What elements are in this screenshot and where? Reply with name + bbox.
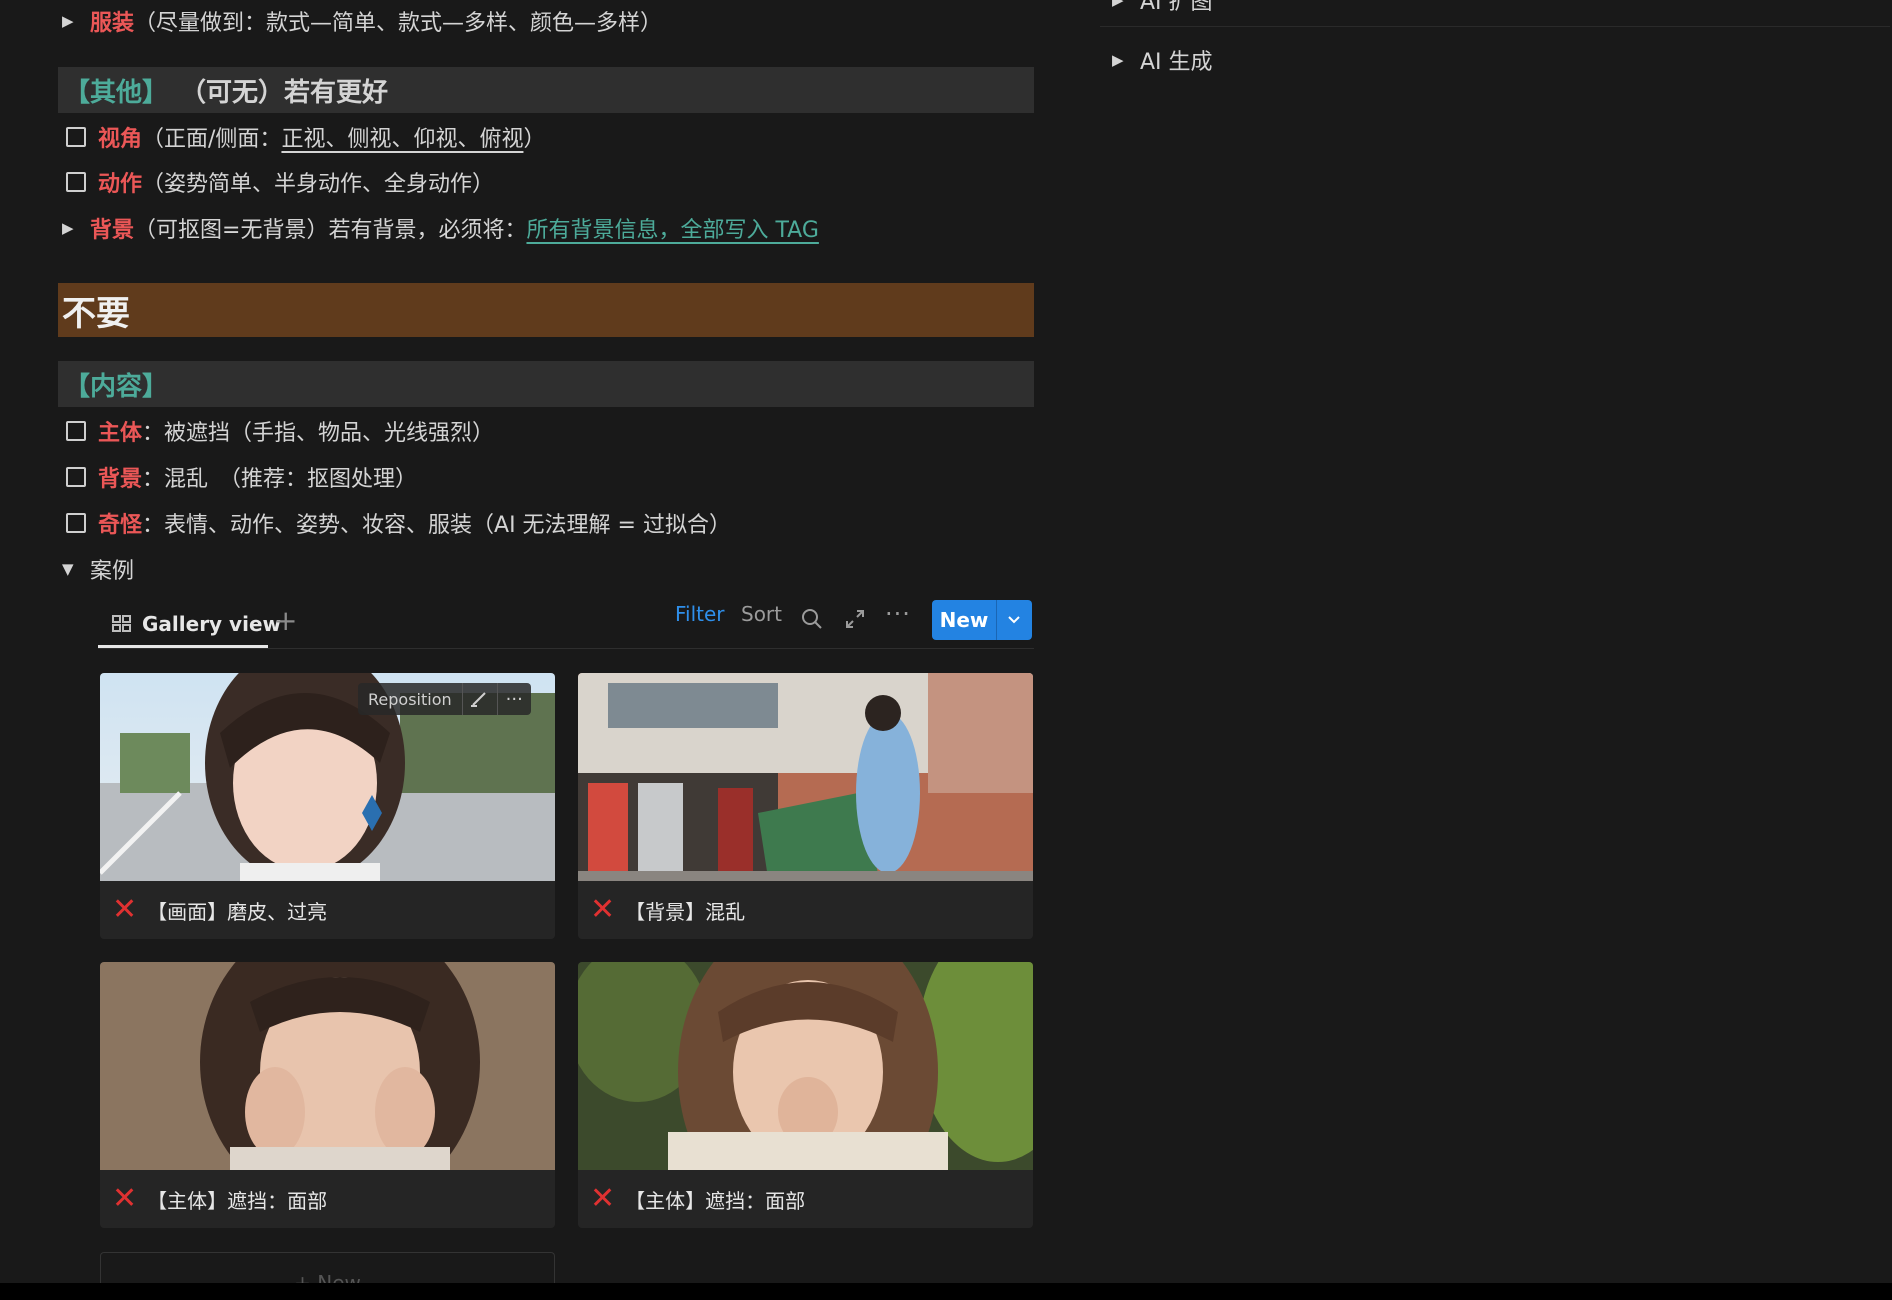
card-cover-image bbox=[578, 673, 1033, 881]
todo-link[interactable]: 正视、侧视、仰视、俯视 bbox=[281, 121, 523, 153]
gallery-card[interactable]: ✕ 【主体】遮挡：面部 bbox=[578, 962, 1033, 1228]
card-caption: ✕ 【主体】遮挡：面部 bbox=[578, 1170, 1033, 1228]
card-caption-text: 【主体】遮挡：面部 bbox=[147, 1188, 328, 1213]
todo-subject: 主体 ：被遮挡（手指、物品、光线强烈） bbox=[66, 411, 494, 451]
toggle-ai-expand-label: AI 扩图 bbox=[1140, 0, 1213, 15]
card-caption-text: 【背景】混乱 bbox=[625, 899, 746, 924]
todo-label: 主体 bbox=[98, 421, 143, 446]
cross-mark-icon: ✕ bbox=[112, 1181, 138, 1216]
toggle-ai-expand[interactable]: ▶ AI 扩图 bbox=[1100, 0, 1890, 24]
new-button[interactable]: New bbox=[932, 600, 1032, 640]
dont-heading: 不要 bbox=[58, 283, 1034, 337]
card-caption-text: 【画面】磨皮、过亮 bbox=[147, 899, 328, 924]
cross-mark-icon: ✕ bbox=[112, 892, 138, 927]
todo-background: 背景 ：混乱 （推荐：抠图处理） bbox=[66, 457, 417, 497]
toggle-background[interactable]: ▶ 背景 （可抠图=无背景）若有背景，必须将： 所有背景信息，全部写入 TAG bbox=[62, 208, 819, 248]
triangle-down-icon[interactable]: ▼ bbox=[62, 560, 90, 578]
filter-button[interactable]: Filter bbox=[675, 602, 725, 626]
todo-text: （姿势简单、半身动作、全身动作） bbox=[142, 172, 495, 197]
checkbox[interactable] bbox=[66, 127, 86, 147]
toggle-cases-label: 案例 bbox=[90, 559, 135, 584]
cross-mark-icon: ✕ bbox=[590, 1181, 616, 1216]
todo-label: 奇怪 bbox=[98, 513, 143, 538]
tab-gallery-label: Gallery view bbox=[142, 612, 281, 636]
checkbox[interactable] bbox=[66, 421, 86, 441]
expand-icon[interactable] bbox=[843, 607, 867, 631]
todo-viewpoint: 视角 （正面/侧面： 正视、侧视、仰视、俯视 ） bbox=[66, 117, 545, 157]
reposition-button[interactable]: Reposition bbox=[358, 690, 462, 709]
add-view-icon[interactable]: + bbox=[274, 604, 297, 637]
todo-action: 动作 （姿势简单、半身动作、全身动作） bbox=[66, 162, 494, 202]
clothing-label: 服装 bbox=[90, 11, 135, 36]
card-cover-image bbox=[100, 962, 555, 1170]
card-caption: ✕ 【背景】混乱 bbox=[578, 881, 1033, 939]
todo-label: 背景 bbox=[98, 467, 143, 492]
gallery-grid-icon bbox=[112, 615, 131, 632]
content-heading-text: 【内容】 bbox=[64, 371, 169, 402]
new-button-label: New bbox=[939, 608, 989, 632]
gallery-card[interactable]: ✕ 【主体】遮挡：面部 bbox=[100, 962, 555, 1228]
toggle-label: 背景 bbox=[90, 218, 135, 243]
toggle-ai-generate-label: AI 生成 bbox=[1140, 50, 1213, 75]
tab-gallery-view[interactable]: Gallery view bbox=[98, 600, 281, 648]
others-heading: 【其他】 （可无）若有更好 bbox=[58, 67, 1034, 113]
edit-icon[interactable] bbox=[463, 689, 497, 709]
todo-text: ：被遮挡（手指、物品、光线强烈） bbox=[142, 421, 495, 446]
todo-text: ：表情、动作、姿势、妆容、服装（AI 无法理解 = 过拟合） bbox=[142, 513, 731, 538]
card-caption: ✕ 【画面】磨皮、过亮 bbox=[100, 881, 555, 939]
gallery-card[interactable]: Reposition ··· ✕ 【画面】磨皮、过亮 bbox=[100, 673, 555, 939]
triangle-right-icon[interactable]: ▶ bbox=[1112, 51, 1140, 69]
cross-mark-icon: ✕ bbox=[590, 892, 616, 927]
card-more-icon[interactable]: ··· bbox=[498, 689, 531, 710]
toggle-link[interactable]: 所有背景信息，全部写入 TAG bbox=[526, 212, 818, 244]
card-caption: ✕ 【主体】遮挡：面部 bbox=[100, 1170, 555, 1228]
chevron-down-icon[interactable] bbox=[997, 610, 1031, 630]
others-heading-bracket: 【其他】 bbox=[64, 77, 169, 108]
todo-label: 视角 bbox=[98, 127, 143, 152]
card-caption-text: 【主体】遮挡：面部 bbox=[625, 1188, 806, 1213]
triangle-right-icon[interactable]: ▶ bbox=[62, 12, 90, 30]
todo-text: ：混乱 （推荐：抠图处理） bbox=[142, 467, 418, 492]
toggle-cases[interactable]: ▼ 案例 bbox=[62, 549, 134, 589]
checkbox[interactable] bbox=[66, 467, 86, 487]
right-divider bbox=[1100, 26, 1890, 27]
triangle-right-icon[interactable]: ▶ bbox=[1112, 0, 1140, 9]
todo-label: 动作 bbox=[98, 172, 143, 197]
toggle-ai-generate[interactable]: ▶ AI 生成 bbox=[1100, 40, 1213, 80]
card-hover-toolbar: Reposition ··· bbox=[358, 683, 531, 715]
gallery-card[interactable]: ✕ 【背景】混乱 bbox=[578, 673, 1033, 939]
toolbar-divider bbox=[98, 648, 1034, 649]
todo-text-end: ） bbox=[523, 127, 546, 152]
search-icon[interactable] bbox=[800, 607, 824, 631]
checkbox[interactable] bbox=[66, 172, 86, 192]
bottom-bar bbox=[0, 1283, 1892, 1300]
others-heading-text: （可无）若有更好 bbox=[180, 77, 389, 108]
more-options-icon[interactable]: ··· bbox=[885, 600, 911, 628]
toggle-clothing[interactable]: ▶ 服装 （尽量做到：款式—简单、款式—多样、颜色—多样） bbox=[62, 1, 662, 41]
triangle-right-icon[interactable]: ▶ bbox=[62, 219, 90, 237]
sort-button[interactable]: Sort bbox=[741, 602, 782, 626]
card-cover-image bbox=[578, 962, 1033, 1170]
content-heading: 【内容】 bbox=[58, 361, 1034, 407]
todo-weird: 奇怪 ：表情、动作、姿势、妆容、服装（AI 无法理解 = 过拟合） bbox=[66, 503, 731, 543]
toggle-text: （可抠图=无背景）若有背景，必须将： bbox=[134, 218, 527, 243]
clothing-text: （尽量做到：款式—简单、款式—多样、颜色—多样） bbox=[134, 11, 663, 36]
todo-text: （正面/侧面： bbox=[142, 127, 282, 152]
checkbox[interactable] bbox=[66, 513, 86, 533]
